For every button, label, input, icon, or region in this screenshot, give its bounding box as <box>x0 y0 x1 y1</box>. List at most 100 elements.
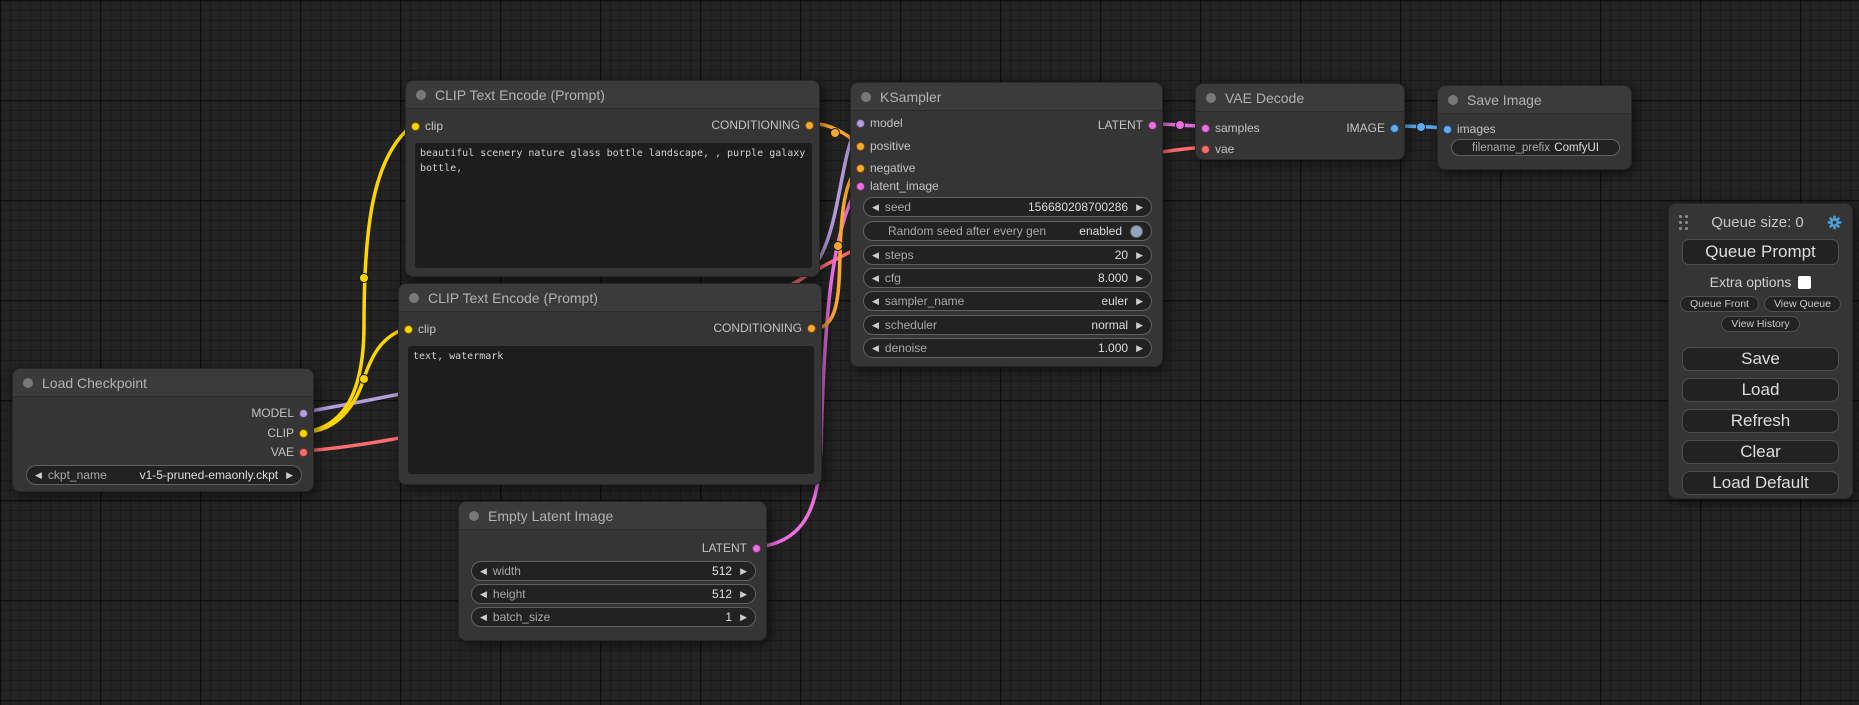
widget-label: scheduler <box>885 318 937 332</box>
node-title: Load Checkpoint <box>42 375 147 391</box>
node-ksampler[interactable]: KSampler model positive negative latent_… <box>850 82 1163 367</box>
load-button[interactable]: Load <box>1682 378 1839 402</box>
drag-handle-icon[interactable] <box>1679 215 1688 230</box>
increment-arrow-icon[interactable]: ▶ <box>1136 203 1143 212</box>
increment-arrow-icon[interactable]: ▶ <box>740 567 747 576</box>
denoise-widget[interactable]: ◀ denoise 1.000 ▶ <box>863 338 1152 358</box>
input-slot-samples[interactable] <box>1201 124 1210 133</box>
random-seed-control-widget[interactable]: Random seed after every gen enabled <box>863 221 1152 241</box>
toggle-enabled-icon[interactable] <box>1130 225 1143 238</box>
height-widget[interactable]: ◀ height 512 ▶ <box>471 584 756 604</box>
output-label-conditioning: CONDITIONING <box>713 320 802 336</box>
increment-arrow-icon[interactable]: ▶ <box>1136 344 1143 353</box>
increment-arrow-icon[interactable]: ▶ <box>1136 297 1143 306</box>
decrement-arrow-icon[interactable]: ◀ <box>480 590 487 599</box>
output-label-latent: LATENT <box>702 540 747 556</box>
decrement-arrow-icon[interactable]: ◀ <box>480 613 487 622</box>
node-title-bar: Load Checkpoint <box>13 369 313 397</box>
widget-label: cfg <box>885 271 901 285</box>
increment-arrow-icon[interactable]: ▶ <box>1136 251 1143 260</box>
increment-arrow-icon[interactable]: ▶ <box>1136 274 1143 283</box>
ckpt-name-widget[interactable]: ◀ ckpt_name v1-5-pruned-emaonly.ckpt ▶ <box>26 465 302 485</box>
widget-label: seed <box>885 200 911 214</box>
settings-gear-icon[interactable] <box>1827 215 1842 230</box>
collapse-dot-icon[interactable] <box>1206 93 1216 103</box>
input-slot-images[interactable] <box>1443 125 1452 134</box>
input-slot-positive[interactable] <box>856 142 865 151</box>
decrement-arrow-icon[interactable]: ◀ <box>872 321 879 330</box>
widget-value: enabled <box>1079 224 1122 238</box>
input-label-clip: clip <box>418 321 436 337</box>
view-history-button[interactable]: View History <box>1721 316 1799 332</box>
node-graph-canvas[interactable]: { "icons": { "arrow_left": "◀", "arrow_r… <box>0 0 1859 705</box>
link-dot <box>1176 121 1185 130</box>
widget-label: width <box>493 564 521 578</box>
collapse-dot-icon[interactable] <box>416 90 426 100</box>
steps-widget[interactable]: ◀ steps 20 ▶ <box>863 245 1152 265</box>
input-slot-clip[interactable] <box>411 122 420 131</box>
seed-widget[interactable]: ◀ seed 156680208700286 ▶ <box>863 197 1152 217</box>
node-title: Empty Latent Image <box>488 508 613 524</box>
increment-arrow-icon[interactable]: ▶ <box>286 471 293 480</box>
positive-prompt-textarea[interactable]: beautiful scenery nature glass bottle la… <box>415 143 812 268</box>
output-slot-latent[interactable] <box>752 544 761 553</box>
increment-arrow-icon[interactable]: ▶ <box>740 590 747 599</box>
output-slot-conditioning[interactable] <box>805 121 814 130</box>
output-slot-conditioning[interactable] <box>807 324 816 333</box>
width-widget[interactable]: ◀ width 512 ▶ <box>471 561 756 581</box>
input-slot-model[interactable] <box>856 119 865 128</box>
sampler-name-widget[interactable]: ◀ sampler_name euler ▶ <box>863 291 1152 311</box>
node-title-bar: KSampler <box>851 83 1162 111</box>
increment-arrow-icon[interactable]: ▶ <box>740 613 747 622</box>
decrement-arrow-icon[interactable]: ◀ <box>872 251 879 260</box>
decrement-arrow-icon[interactable]: ◀ <box>480 567 487 576</box>
decrement-arrow-icon[interactable]: ◀ <box>872 344 879 353</box>
decrement-arrow-icon[interactable]: ◀ <box>872 203 879 212</box>
node-clip-text-encode-negative[interactable]: CLIP Text Encode (Prompt) clip CONDITION… <box>398 283 822 485</box>
increment-arrow-icon[interactable]: ▶ <box>1136 321 1143 330</box>
input-slot-vae[interactable] <box>1201 145 1210 154</box>
queue-prompt-button[interactable]: Queue Prompt <box>1682 239 1839 265</box>
output-slot-image[interactable] <box>1390 124 1399 133</box>
refresh-button[interactable]: Refresh <box>1682 409 1839 433</box>
collapse-dot-icon[interactable] <box>409 293 419 303</box>
save-button[interactable]: Save <box>1682 347 1839 371</box>
input-slot-clip[interactable] <box>404 325 413 334</box>
collapse-dot-icon[interactable] <box>1448 95 1458 105</box>
node-clip-text-encode-positive[interactable]: CLIP Text Encode (Prompt) clip CONDITION… <box>405 80 820 277</box>
output-slot-model[interactable] <box>299 409 308 418</box>
extra-options-checkbox[interactable] <box>1798 276 1811 289</box>
widget-value: 512 <box>712 587 732 601</box>
widget-label: batch_size <box>493 610 550 624</box>
cfg-widget[interactable]: ◀ cfg 8.000 ▶ <box>863 268 1152 288</box>
decrement-arrow-icon[interactable]: ◀ <box>35 471 42 480</box>
batch-size-widget[interactable]: ◀ batch_size 1 ▶ <box>471 607 756 627</box>
node-load-checkpoint[interactable]: Load Checkpoint MODEL CLIP VAE ◀ ckpt_na… <box>12 368 314 492</box>
negative-prompt-textarea[interactable]: text, watermark <box>408 346 814 474</box>
input-slot-negative[interactable] <box>856 164 865 173</box>
output-slot-clip[interactable] <box>299 429 308 438</box>
scheduler-widget[interactable]: ◀ scheduler normal ▶ <box>863 315 1152 335</box>
decrement-arrow-icon[interactable]: ◀ <box>872 297 879 306</box>
link-dot <box>360 274 369 283</box>
node-empty-latent-image[interactable]: Empty Latent Image LATENT ◀ width 512 ▶ … <box>458 501 767 641</box>
node-vae-decode[interactable]: VAE Decode samples vae IMAGE <box>1195 83 1405 160</box>
collapse-dot-icon[interactable] <box>469 511 479 521</box>
output-slot-latent[interactable] <box>1148 121 1157 130</box>
filename-prefix-widget[interactable]: filename_prefix ComfyUI <box>1451 139 1620 156</box>
queue-size-label: Queue size: 0 <box>1688 214 1827 231</box>
widget-label: height <box>493 587 526 601</box>
clear-button[interactable]: Clear <box>1682 440 1839 464</box>
output-label-clip: CLIP <box>267 425 294 441</box>
collapse-dot-icon[interactable] <box>23 378 33 388</box>
widget-label: sampler_name <box>885 294 964 308</box>
queue-panel[interactable]: Queue size: 0 Queue Prompt Extra options… <box>1668 203 1853 499</box>
view-queue-button[interactable]: View Queue <box>1764 296 1841 312</box>
collapse-dot-icon[interactable] <box>861 92 871 102</box>
input-slot-latent-image[interactable] <box>856 182 865 191</box>
queue-front-button[interactable]: Queue Front <box>1680 296 1759 312</box>
output-slot-vae[interactable] <box>299 448 308 457</box>
node-save-image[interactable]: Save Image images filename_prefix ComfyU… <box>1437 85 1632 170</box>
decrement-arrow-icon[interactable]: ◀ <box>872 274 879 283</box>
load-default-button[interactable]: Load Default <box>1682 471 1839 495</box>
